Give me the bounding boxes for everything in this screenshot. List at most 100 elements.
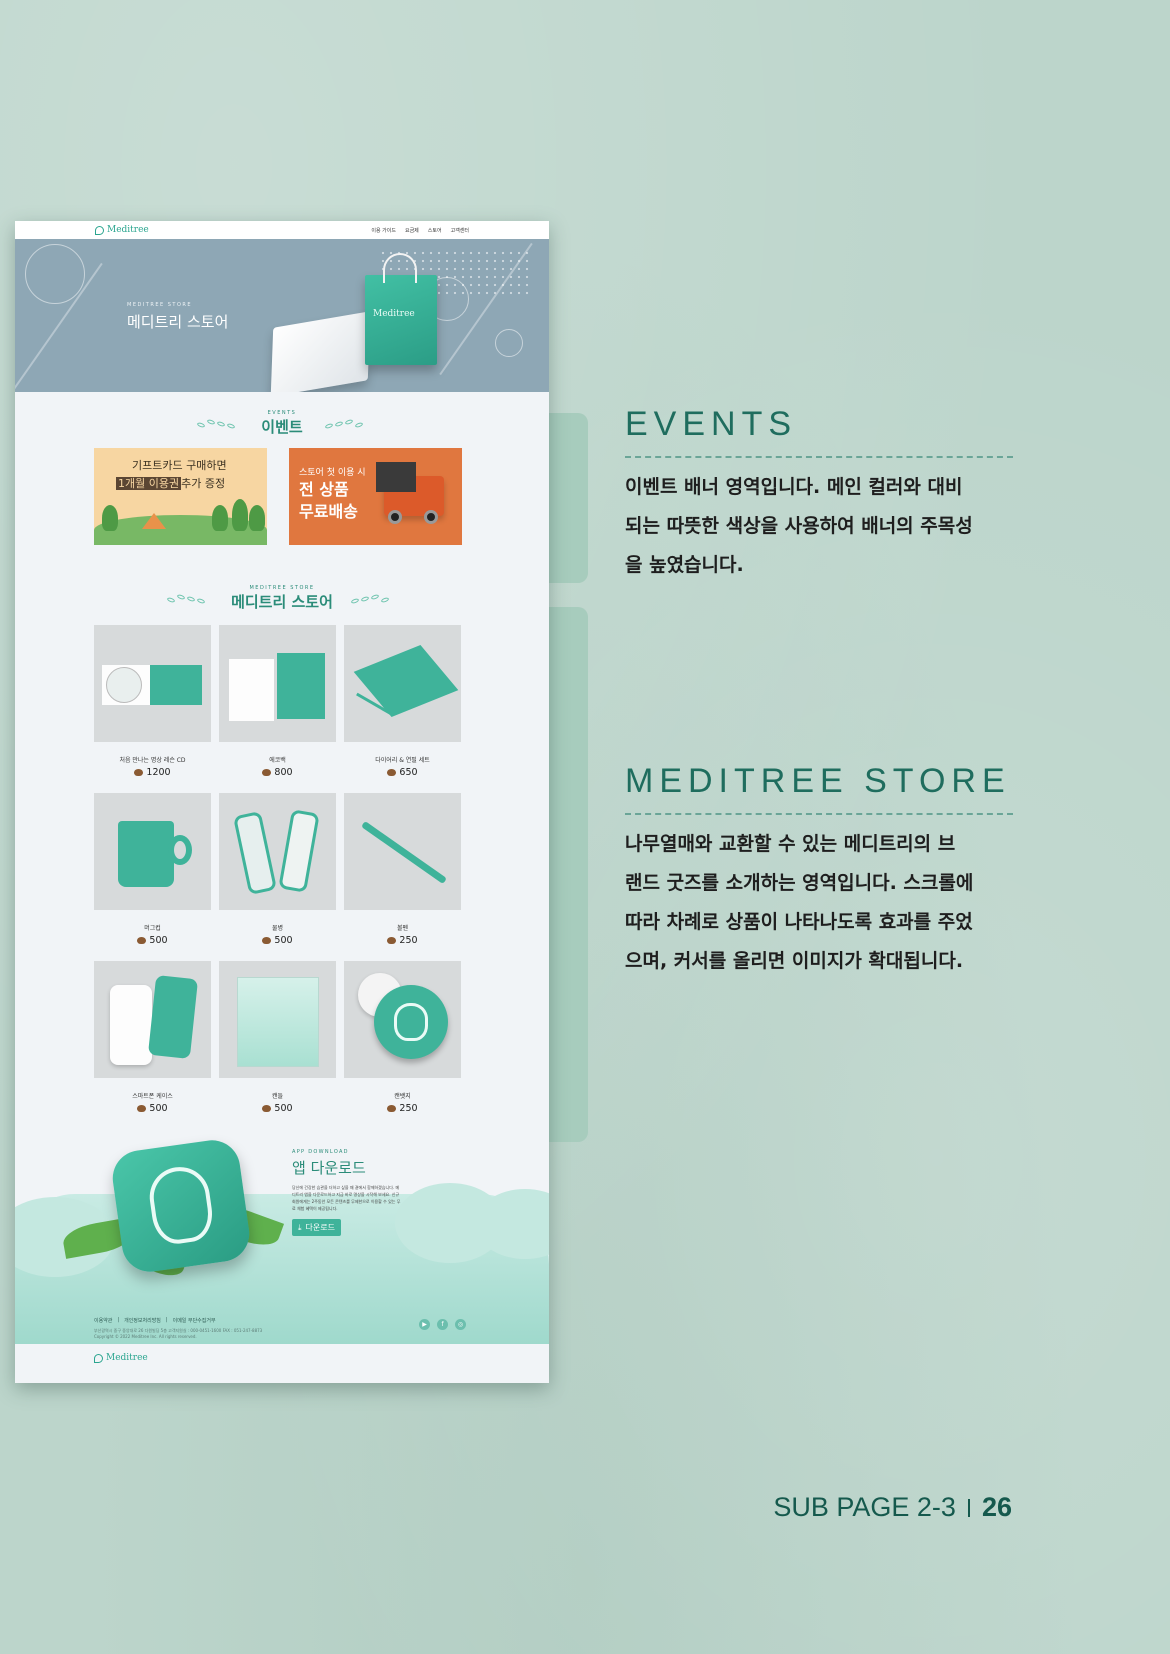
banner1-line2: 1개월 이용권 추가 증정 — [116, 475, 225, 491]
app-download-text: APP DOWNLOAD 앱 다운로드 당신에 건강한 습관을 더하고 싶을 때… — [292, 1149, 402, 1236]
page-number: 26 — [981, 1492, 1012, 1522]
product-card[interactable]: 캔뱃지 250 — [344, 961, 461, 1129]
product-image-phonecase — [94, 961, 211, 1078]
green-bag-image: Meditree — [365, 253, 437, 365]
product-card[interactable]: 에코백 800 — [219, 625, 336, 793]
cd-cover-shape — [150, 665, 202, 705]
product-image-mug — [94, 793, 211, 910]
mockup-logo[interactable]: Meditree — [95, 225, 149, 235]
product-card[interactable]: 스마트폰 케이스 500 — [94, 961, 211, 1129]
price-value: 250 — [399, 1103, 418, 1114]
meditree-mark-icon — [145, 1163, 216, 1247]
banner1-line2-rest: 추가 증정 — [181, 477, 226, 490]
store-line: 나무열매와 교환할 수 있는 메디트리의 브 — [625, 833, 956, 855]
instagram-icon[interactable]: ◎ — [455, 1319, 466, 1330]
product-price: 500 — [94, 935, 211, 946]
product-card[interactable]: 처음 만나는 명상 레슨 CD 1200 — [94, 625, 211, 793]
white-bag-shape — [229, 659, 274, 721]
banner2-line2: 전 상품 — [299, 480, 349, 499]
menu-item-support[interactable]: 고객센터 — [451, 227, 469, 234]
menu-item-guide[interactable]: 이용 가이드 — [371, 227, 396, 234]
store-hero-banner: MEDITREE STORE 메디트리 스토어 Meditree — [15, 239, 549, 392]
page-number-block: SUB PAGE 2-3 26 — [773, 1492, 1012, 1523]
product-image-ecobag — [219, 625, 336, 742]
tree-illustration — [212, 505, 228, 531]
facebook-icon[interactable]: f — [437, 1319, 448, 1330]
product-price: 500 — [219, 935, 336, 946]
product-card[interactable]: 다이어리 & 연필 세트 650 — [344, 625, 461, 793]
tree-logo-icon — [95, 225, 104, 235]
tree-seed-icon — [387, 937, 397, 944]
app-icon-illustration — [109, 1136, 253, 1276]
product-image-candle — [219, 961, 336, 1078]
page-separator — [967, 1498, 970, 1517]
footer-link-email[interactable]: 이메일 무단수집거부 — [173, 1317, 216, 1324]
product-price: 1200 — [94, 767, 211, 778]
diary-shape — [353, 644, 459, 718]
cd-disc-shape — [106, 667, 142, 703]
app-description: 당신에 건강한 습관을 더하고 싶을 때 곁에서 함께하겠습니다. 메디트리 앱… — [292, 1185, 401, 1211]
footer-info: 부산광역시 중구 중앙대로 26 다원빌딩 5층 고객지원실 : 000-045… — [94, 1328, 470, 1340]
store-line: 따라 차례로 상품이 나타나도록 효과를 주었 — [625, 911, 973, 933]
events-description: EVENTS 이벤트 배너 영역입니다. 메인 컬러와 대비 되는 따뜻한 색상… — [625, 405, 1013, 585]
bottle-shape — [278, 809, 320, 893]
menu-item-pricing[interactable]: 요금제 — [405, 227, 419, 234]
price-value: 800 — [274, 767, 293, 778]
mockup-footer: 이용약관 | 개인정보처리방침 | 이메일 무단수집거부 부산광역시 중구 중앙대로… — [15, 1301, 549, 1383]
laurel-left-icon — [165, 592, 215, 606]
mockup-menu: 이용 가이드 요금제 스토어 고객센터 — [371, 227, 469, 234]
tree-illustration — [249, 505, 265, 531]
download-button[interactable]: ⤓ 다운로드 — [292, 1219, 341, 1236]
product-price: 800 — [219, 767, 336, 778]
tree-seed-icon — [262, 1105, 272, 1112]
tree-seed-icon — [137, 1105, 147, 1112]
store-description: MEDITREE STORE 나무열매와 교환할 수 있는 메디트리의 브 랜드… — [625, 762, 1013, 981]
footer-logo[interactable]: Meditree — [94, 1353, 470, 1363]
events-line: 이벤트 배너 영역입니다. 메인 컬러와 대비 — [625, 476, 963, 498]
price-value: 650 — [399, 767, 418, 778]
product-name: 캔들 — [271, 1093, 284, 1100]
events-line: 되는 따뜻한 색상을 사용하여 배너의 주목성 — [625, 515, 973, 537]
banner2-line3: 무료배송 — [299, 502, 358, 521]
candle-shape — [237, 977, 319, 1067]
dashed-divider — [625, 813, 1013, 815]
hero-circle-decor — [25, 244, 85, 304]
product-grid: 처음 만나는 명상 레슨 CD 1200 에코백 800 다이어리 & 연필 세… — [15, 625, 549, 1129]
gift-box-illustration — [376, 462, 416, 492]
footer-sep: | — [117, 1317, 120, 1323]
event-banners: 기프트카드 구매하면 1개월 이용권 추가 증정 스토어 첫 이용 시 전 상품 … — [15, 448, 549, 545]
footer-link-terms[interactable]: 이용약관 — [94, 1317, 112, 1324]
price-value: 1200 — [146, 767, 171, 778]
free-shipping-banner[interactable]: 스토어 첫 이용 시 전 상품 무료배송 — [289, 448, 462, 545]
product-card[interactable]: 물병 500 — [219, 793, 336, 961]
banner2-line1: 스토어 첫 이용 시 — [299, 468, 366, 478]
white-case-shape — [110, 985, 152, 1065]
product-price: 500 — [94, 1103, 211, 1114]
tree-illustration — [102, 505, 118, 531]
product-card[interactable]: 캔들 500 — [219, 961, 336, 1129]
tree-seed-icon — [134, 769, 144, 776]
mockup-nav: Meditree 이용 가이드 요금제 스토어 고객센터 — [15, 221, 549, 239]
pen-shape — [361, 820, 447, 885]
logo-text: Meditree — [107, 225, 149, 235]
laurel-left-icon — [195, 417, 245, 431]
app-eyebrow: APP DOWNLOAD — [292, 1149, 349, 1155]
meditree-mark-icon — [394, 1003, 428, 1041]
giftcard-banner[interactable]: 기프트카드 구매하면 1개월 이용권 추가 증정 — [94, 448, 267, 545]
price-value: 500 — [274, 1103, 293, 1114]
store-line: 으며, 커서를 올리면 이미지가 확대됩니다. — [625, 950, 964, 972]
banner2-headline: 전 상품 무료배송 — [299, 479, 358, 523]
menu-item-store[interactable]: 스토어 — [428, 227, 442, 234]
product-price: 250 — [344, 935, 461, 946]
product-card[interactable]: 머그컵 500 — [94, 793, 211, 961]
store-heading-text: MEDITREE STORE — [625, 762, 1011, 800]
download-button-label: 다운로드 — [305, 1223, 335, 1232]
product-card[interactable]: 볼펜 250 — [344, 793, 461, 961]
product-name: 머그컵 — [144, 925, 161, 932]
wheel-icon — [388, 510, 402, 524]
tree-seed-icon — [137, 937, 147, 944]
youtube-icon[interactable]: ▶ — [419, 1319, 430, 1330]
product-price: 500 — [219, 1103, 336, 1114]
footer-link-privacy[interactable]: 개인정보처리방침 — [124, 1317, 161, 1324]
social-icons: ▶ f ◎ — [419, 1319, 466, 1330]
